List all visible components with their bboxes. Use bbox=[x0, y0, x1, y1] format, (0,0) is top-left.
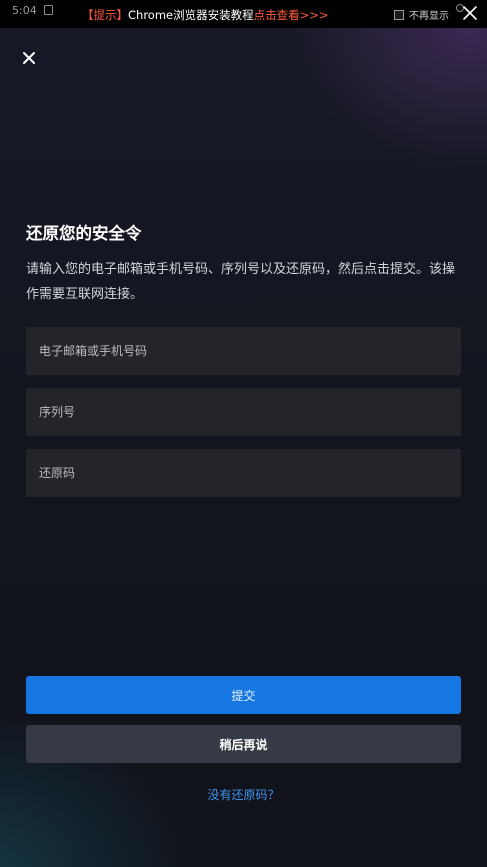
status-time: 5:04 bbox=[12, 4, 37, 17]
close-banner-icon[interactable] bbox=[462, 5, 478, 21]
dont-show-checkbox[interactable] bbox=[394, 9, 404, 20]
banner-link[interactable]: 点击查看>>> bbox=[254, 7, 329, 23]
email-field[interactable] bbox=[26, 327, 461, 375]
banner-message: Chrome浏览器安装教程 bbox=[128, 8, 254, 22]
page-title: 还原您的安全令 bbox=[26, 224, 142, 243]
dont-show-label: 不再显示 bbox=[409, 11, 449, 22]
page-description: 请输入您的电子邮箱或手机号码、序列号以及还原码，然后点击提交。该操作需要互联网连… bbox=[26, 262, 456, 302]
status-notification-icon bbox=[44, 5, 53, 15]
no-restore-code-link[interactable]: 没有还原码？ bbox=[0, 786, 487, 803]
banner-tag: 【提示】 bbox=[82, 8, 128, 22]
later-button[interactable]: 稍后再说 bbox=[26, 725, 461, 763]
dont-show-again[interactable]: 不再显示 bbox=[394, 7, 449, 22]
submit-button[interactable]: 提交 bbox=[26, 676, 461, 714]
close-icon[interactable] bbox=[20, 49, 38, 67]
restore-code-field[interactable] bbox=[26, 449, 461, 497]
notice-banner: 5:04 【提示】 Chrome浏览器安装教程 点击查看>>> 不再显示 bbox=[0, 0, 487, 28]
banner-notice[interactable]: 【提示】 Chrome浏览器安装教程 点击查看>>> bbox=[82, 7, 329, 23]
serial-field[interactable] bbox=[26, 388, 461, 436]
